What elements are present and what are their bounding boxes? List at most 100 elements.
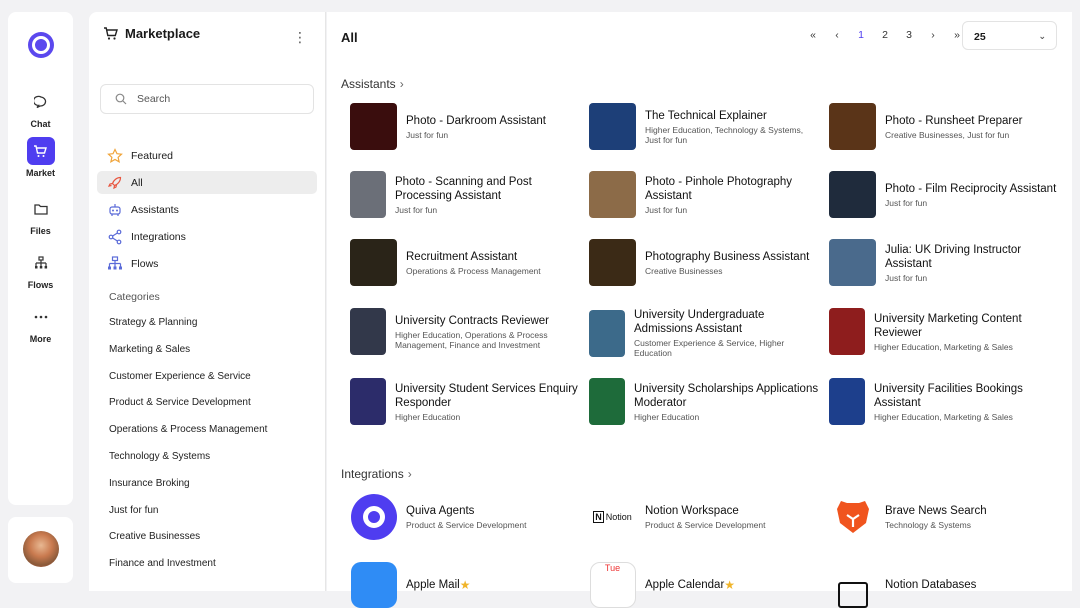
assistant-name: Photo - Film Reciprocity Assistant xyxy=(885,182,1057,195)
sidebar-item-integrations[interactable]: Integrations xyxy=(97,225,317,248)
integration-name: Quiva Agents xyxy=(406,504,475,517)
assistants-heading[interactable]: Assistants › xyxy=(341,77,404,91)
calendar-day: Tue xyxy=(589,561,636,608)
ellipsis-icon xyxy=(27,303,55,331)
rail-item-market[interactable]: Market xyxy=(8,137,73,178)
cart-icon xyxy=(26,137,55,165)
assistant-text: University Contracts Reviewer Higher Educ… xyxy=(395,314,580,350)
assistant-name: University Facilities Bookings Assistant xyxy=(874,382,1023,409)
page-link[interactable]: 2 xyxy=(873,29,897,41)
more-options-icon[interactable]: ⋮ xyxy=(293,30,307,44)
assistant-card[interactable]: University Student Services Enquiry Resp… xyxy=(350,378,580,425)
assistant-card[interactable]: Photo - Darkroom Assistant Just for fun xyxy=(350,103,580,150)
assistant-name: Photo - Scanning and Post Processing Ass… xyxy=(395,175,532,202)
assistant-card[interactable]: Photo - Pinhole Photography Assistant Jus… xyxy=(589,171,819,218)
integration-text: Apple Calendar ★ xyxy=(645,577,736,592)
integration-name: Apple Calendar ★ xyxy=(645,577,736,592)
assistant-thumbnail xyxy=(829,378,865,425)
integrations-heading[interactable]: Integrations › xyxy=(341,467,412,481)
assistants-heading-label: Assistants xyxy=(341,77,396,91)
avatar[interactable] xyxy=(23,531,59,567)
sidebar-nav: Featured All Assistants Integrations Flo… xyxy=(97,144,317,279)
category-item[interactable]: Technology & Systems xyxy=(109,451,267,478)
chevron-down-icon: ⌄ xyxy=(1038,31,1046,41)
assistant-tags: Higher Education xyxy=(395,411,461,422)
assistant-tags: Creative Businesses xyxy=(645,265,723,276)
sidebar-item-all[interactable]: All xyxy=(97,171,317,194)
sidebar-item-assistants[interactable]: Assistants xyxy=(97,198,317,221)
prev-page-icon[interactable]: ‹ xyxy=(825,29,849,41)
assistant-card[interactable]: University Facilities Bookings Assistant… xyxy=(829,378,1059,425)
integration-card[interactable]: Brave News Search Technology & Systems xyxy=(829,493,1059,540)
category-item[interactable]: Marketing & Sales xyxy=(109,344,267,371)
assistant-card[interactable]: The Technical Explainer Higher Education,… xyxy=(589,103,819,150)
integration-card[interactable]: Apple Mail ★ xyxy=(350,561,580,608)
search-icon xyxy=(115,93,127,105)
category-item[interactable]: Insurance Broking xyxy=(109,478,267,505)
calendar-app-icon: Tue xyxy=(589,561,636,608)
assistant-card[interactable]: Photography Business Assistant Creative B… xyxy=(589,239,819,286)
assistant-card[interactable]: University Marketing Content Reviewer Hig… xyxy=(829,308,1059,355)
rail-label-flows: Flows xyxy=(27,280,54,290)
app-rail: Chat Market Files Flows More xyxy=(8,12,73,505)
sidebar-item-label: Assistants xyxy=(131,203,179,216)
integration-card[interactable]: Quiva Agents Product & Service Developmen… xyxy=(350,493,580,540)
categories-list: Strategy & Planning Marketing & Sales Cu… xyxy=(109,317,267,585)
rail-label-more: More xyxy=(29,334,52,344)
category-item[interactable]: Product & Service Development xyxy=(109,397,267,424)
assistant-tags: Just for fun xyxy=(406,129,449,140)
assistant-tags: Customer Experience & Service, Higher Ed… xyxy=(634,338,785,358)
page-link-current[interactable]: 1 xyxy=(849,29,873,41)
chevron-right-icon: › xyxy=(399,77,404,91)
assistant-tags: Creative Businesses, Just for fun xyxy=(885,129,1010,140)
sidebar-item-featured[interactable]: Featured xyxy=(97,144,317,167)
share-nodes-icon xyxy=(108,229,122,244)
assistant-card[interactable]: University Contracts Reviewer Higher Educ… xyxy=(350,308,580,355)
assistant-card[interactable]: Photo - Scanning and Post Processing Ass… xyxy=(350,171,580,218)
flows-icon xyxy=(27,249,55,277)
assistant-card[interactable]: Photo - Runsheet Preparer Creative Busine… xyxy=(829,103,1059,150)
page-link[interactable]: 3 xyxy=(897,29,921,41)
assistant-thumbnail xyxy=(350,239,397,286)
assistant-thumbnail xyxy=(589,309,625,357)
first-page-icon[interactable]: « xyxy=(801,29,825,41)
assistant-tags: Higher Education, Operations & Process M… xyxy=(395,329,548,350)
assistant-tags: Higher Education, Technology & Systems, … xyxy=(645,124,804,145)
integration-tags: Product & Service Development xyxy=(406,519,527,530)
category-item[interactable]: Finance and Investment xyxy=(109,558,267,585)
rail-label-chat: Chat xyxy=(30,119,51,129)
rail-item-flows[interactable]: Flows xyxy=(8,249,73,290)
category-item[interactable]: Customer Experience & Service xyxy=(109,371,267,398)
app-logo-icon[interactable] xyxy=(28,32,54,58)
assistant-card[interactable]: Photo - Film Reciprocity Assistant Just f… xyxy=(829,171,1059,218)
page-size-select[interactable]: 25 ⌄ xyxy=(962,21,1057,50)
assistant-card[interactable]: University Undergraduate Admissions Assi… xyxy=(589,308,819,358)
category-item[interactable]: Operations & Process Management xyxy=(109,424,267,451)
assistant-name: Julia: UK Driving Instructor Assistant xyxy=(885,243,1022,270)
rail-label-files: Files xyxy=(30,226,51,236)
assistant-card[interactable]: Julia: UK Driving Instructor Assistant Ju… xyxy=(829,239,1059,286)
rail-item-more[interactable]: More xyxy=(8,303,73,344)
integration-card[interactable]: Notion Databases xyxy=(829,561,1059,608)
folder-icon xyxy=(27,195,55,223)
assistant-text: The Technical Explainer Higher Education,… xyxy=(645,109,819,145)
assistant-name: University Contracts Reviewer xyxy=(395,314,550,327)
sidebar-item-flows[interactable]: Flows xyxy=(97,252,317,275)
assistant-card[interactable]: Recruitment Assistant Operations & Proces… xyxy=(350,239,580,286)
assistant-thumbnail xyxy=(829,239,876,286)
category-item[interactable]: Strategy & Planning xyxy=(109,317,267,344)
assistant-name: Photo - Darkroom Assistant xyxy=(406,114,546,127)
notion-logo-icon: N Notion xyxy=(593,510,632,523)
rail-item-files[interactable]: Files xyxy=(8,195,73,236)
integration-card[interactable]: Tue Apple Calendar ★ xyxy=(589,561,819,608)
category-item[interactable]: Creative Businesses xyxy=(109,531,267,558)
assistant-card[interactable]: University Scholarships Applications Mod… xyxy=(589,378,819,425)
rail-item-chat[interactable]: Chat xyxy=(8,88,73,129)
next-page-icon[interactable]: › xyxy=(921,29,945,41)
integration-card[interactable]: N Notion Notion Workspace Product & Service… xyxy=(589,493,819,540)
sidebar-item-label: Integrations xyxy=(131,230,186,243)
search-input[interactable]: Search xyxy=(100,84,314,114)
pagination: « ‹ 1 2 3 › » xyxy=(801,29,969,41)
category-item[interactable]: Just for fun xyxy=(109,505,267,532)
assistant-thumbnail xyxy=(589,378,625,425)
